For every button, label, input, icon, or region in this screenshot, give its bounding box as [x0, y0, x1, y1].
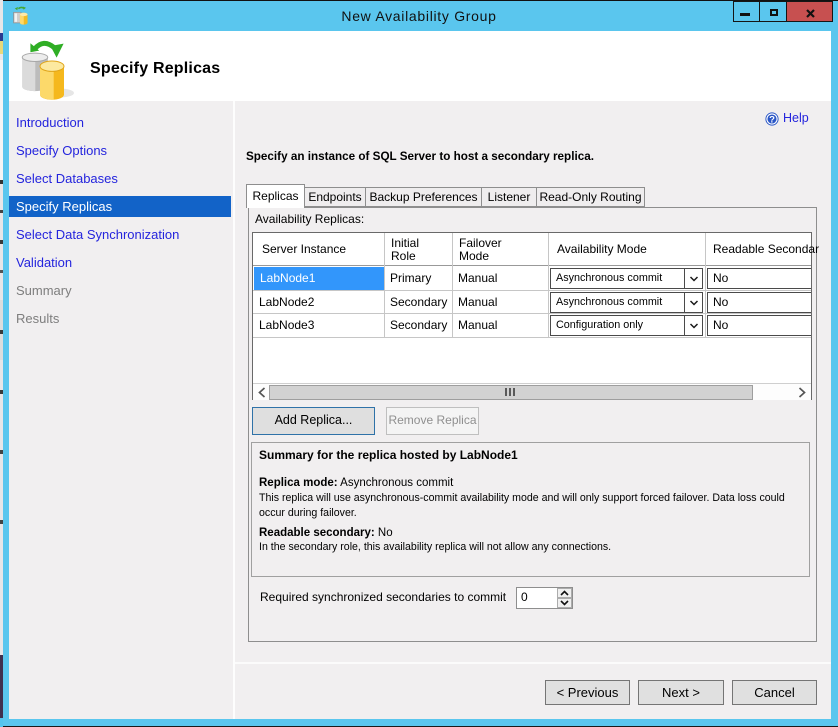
- svg-text:?: ?: [769, 115, 775, 126]
